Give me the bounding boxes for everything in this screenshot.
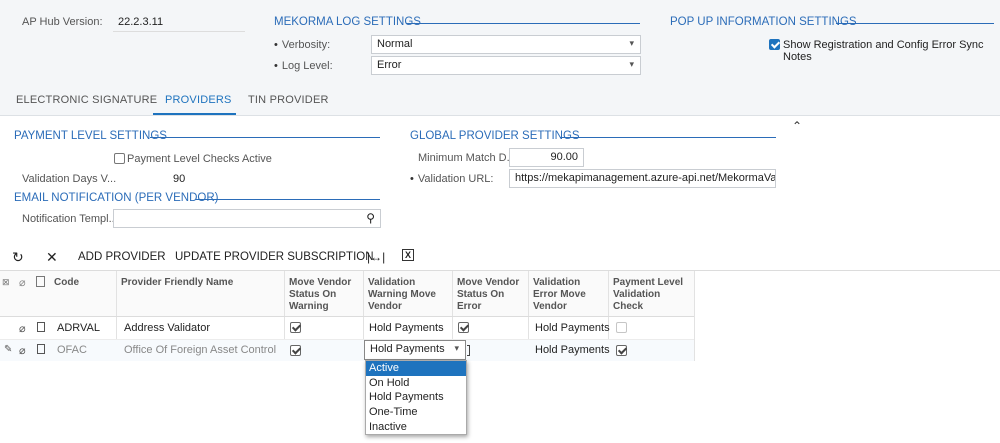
fit-columns-icon[interactable]: |↔| xyxy=(367,250,385,264)
attachment-icon: ⌀ xyxy=(19,277,26,289)
payment-level-title: PAYMENT LEVEL SETTINGS xyxy=(14,130,167,142)
dropdown-option[interactable]: On Hold xyxy=(366,376,466,391)
min-match-value: 90.00 xyxy=(550,151,578,163)
column-payment-check[interactable]: Payment Level Validation Check xyxy=(613,277,688,313)
payment-level-rule xyxy=(150,137,380,138)
search-icon[interactable]: ⚲ xyxy=(366,211,375,225)
payment-checks-label: Payment Level Checks Active xyxy=(127,153,272,165)
validation-days-label: Validation Days V... xyxy=(22,173,117,185)
column-move-on-error[interactable]: Move Vendor Status On Error xyxy=(457,277,527,313)
column-error-move[interactable]: Validation Error Move Vendor xyxy=(533,277,603,313)
add-provider-button[interactable]: ADD PROVIDER xyxy=(78,251,166,263)
warning-move-value[interactable]: Hold Payments xyxy=(369,322,444,334)
version-underline xyxy=(113,31,245,32)
dropdown-option[interactable]: Active xyxy=(366,361,466,376)
column-code[interactable]: Code xyxy=(54,277,79,289)
row-selector-icon[interactable]: ⊠ xyxy=(2,277,10,288)
error-move-value[interactable]: Hold Payments xyxy=(535,344,610,356)
global-provider-rule xyxy=(560,137,776,138)
column-provider-name[interactable]: Provider Friendly Name xyxy=(121,277,233,289)
notification-template-label: Notification Templ... xyxy=(22,213,118,225)
validation-url-input[interactable]: https://mekapimanagement.azure-api.net/M… xyxy=(509,169,776,188)
warning-move-value: Hold Payments xyxy=(370,343,445,355)
hub-version-label: AP Hub Version: xyxy=(22,16,103,28)
dropdown-option[interactable]: Inactive xyxy=(366,420,466,435)
log-settings-rule xyxy=(406,23,640,24)
email-notification-rule xyxy=(196,199,380,200)
column-warning-move[interactable]: Validation Warning Move Vendor xyxy=(368,277,448,313)
tab-divider xyxy=(0,115,1000,116)
verbosity-select[interactable]: Normal xyxy=(371,35,641,54)
row-code[interactable]: ADRVAL xyxy=(57,322,100,334)
error-move-value[interactable]: Hold Payments xyxy=(535,322,610,334)
show-notes-label: Show Registration and Config Error Sync … xyxy=(783,39,984,63)
tab-electronic-signature[interactable]: ELECTRONIC SIGNATURE xyxy=(16,94,157,106)
table-row[interactable]: ⌀ ADRVAL Address Validator Hold Payments… xyxy=(0,317,694,339)
validation-days-value[interactable]: 90 xyxy=(173,173,185,185)
move-on-warning-checkbox[interactable] xyxy=(290,322,301,333)
payment-checks-checkbox[interactable] xyxy=(114,153,125,164)
verbosity-label: Verbosity: xyxy=(274,39,330,51)
hub-version-value: 22.2.3.11 xyxy=(118,16,164,28)
min-match-label: Minimum Match D... xyxy=(418,152,516,164)
dropdown-option[interactable]: One-Time xyxy=(366,405,466,420)
tab-tin-provider[interactable]: TIN PROVIDER xyxy=(248,94,329,106)
min-match-input[interactable]: 90.00 xyxy=(509,148,584,167)
close-icon[interactable]: ✕ xyxy=(46,249,58,266)
global-provider-title: GLOBAL PROVIDER SETTINGS xyxy=(410,130,580,142)
column-move-on-warning[interactable]: Move Vendor Status On Warning xyxy=(289,277,359,313)
log-settings-title: MEKORMA LOG SETTINGS xyxy=(274,16,421,28)
tab-providers[interactable]: PROVIDERS xyxy=(165,94,232,106)
attachment-icon[interactable]: ⌀ xyxy=(19,344,26,357)
dropdown-option[interactable]: Hold Payments xyxy=(366,390,466,405)
row-name[interactable]: Address Validator xyxy=(124,322,210,334)
payment-check-checkbox[interactable] xyxy=(616,322,627,333)
warning-move-select[interactable]: Hold Payments xyxy=(364,340,466,360)
collapse-chevron-icon[interactable]: ⌃ xyxy=(792,119,802,133)
move-on-warning-checkbox[interactable] xyxy=(290,345,301,356)
note-icon[interactable] xyxy=(37,344,45,354)
col-divider xyxy=(694,271,695,361)
row-code[interactable]: OFAC xyxy=(57,344,87,356)
attachment-icon[interactable]: ⌀ xyxy=(19,322,26,335)
popup-settings-rule xyxy=(836,23,994,24)
move-on-error-checkbox[interactable] xyxy=(467,345,470,356)
log-level-value: Error xyxy=(377,59,402,71)
show-notes-checkbox[interactable] xyxy=(769,39,780,50)
email-notification-title: EMAIL NOTIFICATION (PER VENDOR) xyxy=(14,192,219,204)
table-row[interactable]: ✎ ⌀ OFAC Office Of Foreign Asset Control… xyxy=(0,340,694,361)
payment-check-checkbox[interactable] xyxy=(616,345,627,356)
popup-settings-title: POP UP INFORMATION SETTINGS xyxy=(670,16,857,28)
log-level-label: Log Level: xyxy=(274,60,333,72)
refresh-icon[interactable]: ↻ xyxy=(12,249,24,266)
note-icon xyxy=(36,276,45,287)
update-subscription-button[interactable]: UPDATE PROVIDER SUBSCRIPTION xyxy=(175,251,374,263)
move-on-error-checkbox[interactable] xyxy=(458,322,469,333)
note-icon[interactable] xyxy=(37,322,45,332)
status-dropdown-menu[interactable]: Active On Hold Hold Payments One-Time In… xyxy=(365,360,467,436)
verbosity-value: Normal xyxy=(377,38,413,50)
row-name[interactable]: Office Of Foreign Asset Control xyxy=(124,344,276,356)
validation-url-value: https://mekapimanagement.azure-api.net/M… xyxy=(515,172,776,184)
edit-pencil-icon: ✎ xyxy=(4,344,13,355)
validation-url-label: Validation URL: xyxy=(410,173,494,185)
notification-template-input[interactable]: ⚲ xyxy=(113,209,381,228)
excel-export-icon[interactable]: X xyxy=(402,249,414,261)
log-level-select[interactable]: Error xyxy=(371,56,641,75)
